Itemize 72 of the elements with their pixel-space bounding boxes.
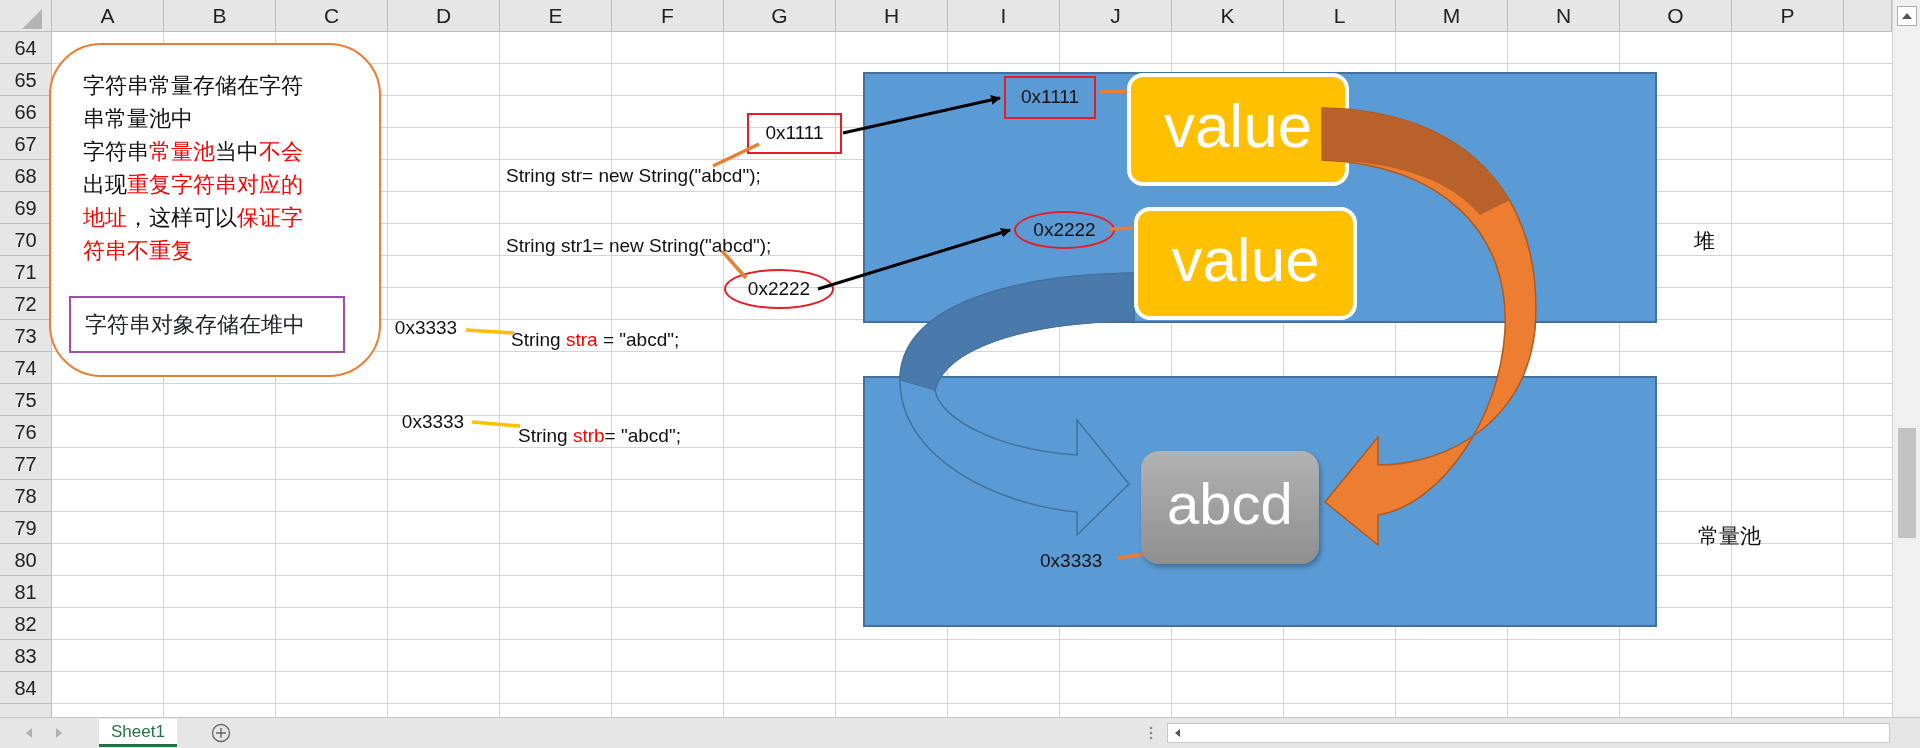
column-header[interactable]: A xyxy=(52,0,164,32)
note-text: 字符串常量存储在字符 串常量池中 字符串常量池当中不会 出现重复字符串对应的 地址，这样可以保证字 符串不重复 xyxy=(83,72,303,265)
column-header[interactable]: L xyxy=(1284,0,1396,32)
row-header[interactable]: 64 xyxy=(0,32,52,64)
connector-line xyxy=(1099,89,1129,94)
heap-label: 堆 xyxy=(1694,228,1715,254)
column-header[interactable]: G xyxy=(724,0,836,32)
string-block: abcd xyxy=(1141,451,1319,564)
address-label: 0x2222 xyxy=(1014,211,1115,249)
address-label: 0x1111 xyxy=(1004,76,1096,119)
column-header[interactable]: P xyxy=(1732,0,1844,32)
row-header[interactable]: 75 xyxy=(0,384,52,416)
pool-label: 常量池 xyxy=(1698,523,1761,549)
address-label: 0x3333 xyxy=(400,409,466,434)
select-all-corner[interactable] xyxy=(0,0,52,32)
column-header[interactable]: H xyxy=(836,0,948,32)
connector-line xyxy=(712,142,760,168)
code-statement: String str1= new String("abcd"); xyxy=(506,234,772,258)
scroll-up-icon[interactable] xyxy=(1897,6,1917,26)
row-header[interactable]: 69 xyxy=(0,192,52,224)
vertical-scrollbar[interactable] xyxy=(1892,0,1920,717)
row-header[interactable]: 74 xyxy=(0,352,52,384)
row-header[interactable]: 79 xyxy=(0,512,52,544)
row-header[interactable]: 80 xyxy=(0,544,52,576)
horizontal-scrollbar[interactable] xyxy=(1166,723,1890,743)
value-block: value xyxy=(1127,73,1349,186)
column-header[interactable]: J xyxy=(1060,0,1172,32)
row-header[interactable]: 82 xyxy=(0,608,52,640)
split-handle-icon[interactable] xyxy=(1148,726,1153,740)
code-statement: String stra = "abcd"; xyxy=(511,328,680,352)
sheet-tab[interactable]: Sheet1 xyxy=(99,719,177,747)
connector-line xyxy=(1109,226,1135,231)
column-header[interactable]: E xyxy=(500,0,612,32)
row-header[interactable]: 71 xyxy=(0,256,52,288)
add-sheet-icon[interactable] xyxy=(210,723,231,743)
row-header[interactable]: 81 xyxy=(0,576,52,608)
column-header[interactable] xyxy=(1844,0,1892,32)
address-label: 0x3333 xyxy=(1040,549,1103,573)
row-header[interactable]: 65 xyxy=(0,64,52,96)
row-header[interactable]: 66 xyxy=(0,96,52,128)
prev-sheet-icon[interactable] xyxy=(24,727,34,739)
address-label: 0x3333 xyxy=(393,315,459,340)
column-header[interactable]: I xyxy=(948,0,1060,32)
row-header[interactable]: 78 xyxy=(0,480,52,512)
connector-line xyxy=(471,420,521,428)
connector-line xyxy=(1117,552,1145,560)
connector-line xyxy=(465,328,515,335)
row-header[interactable]: 68 xyxy=(0,160,52,192)
code-statement: String strb= "abcd"; xyxy=(518,424,681,448)
row-header[interactable]: 83 xyxy=(0,640,52,672)
row-header[interactable]: 77 xyxy=(0,448,52,480)
column-header[interactable]: M xyxy=(1396,0,1508,32)
boxed-note: 字符串对象存储在堆中 xyxy=(69,296,345,353)
value-block: value xyxy=(1134,207,1357,320)
address-label: 0x1111 xyxy=(747,113,842,154)
next-sheet-icon[interactable] xyxy=(54,727,64,739)
column-header[interactable]: O xyxy=(1620,0,1732,32)
row-header[interactable]: 76 xyxy=(0,416,52,448)
row-header[interactable]: 73 xyxy=(0,320,52,352)
column-header[interactable]: N xyxy=(1508,0,1620,32)
column-header[interactable]: K xyxy=(1172,0,1284,32)
row-header[interactable]: 70 xyxy=(0,224,52,256)
scroll-thumb[interactable] xyxy=(1898,428,1916,538)
column-header[interactable]: B xyxy=(164,0,276,32)
column-header[interactable]: D xyxy=(388,0,500,32)
row-header[interactable]: 84 xyxy=(0,672,52,704)
code-statement: String str= new String("abcd"); xyxy=(506,164,761,188)
row-header[interactable]: 67 xyxy=(0,128,52,160)
column-header[interactable]: F xyxy=(612,0,724,32)
column-header[interactable]: C xyxy=(276,0,388,32)
row-header[interactable]: 72 xyxy=(0,288,52,320)
address-label: 0x2222 xyxy=(724,269,834,309)
